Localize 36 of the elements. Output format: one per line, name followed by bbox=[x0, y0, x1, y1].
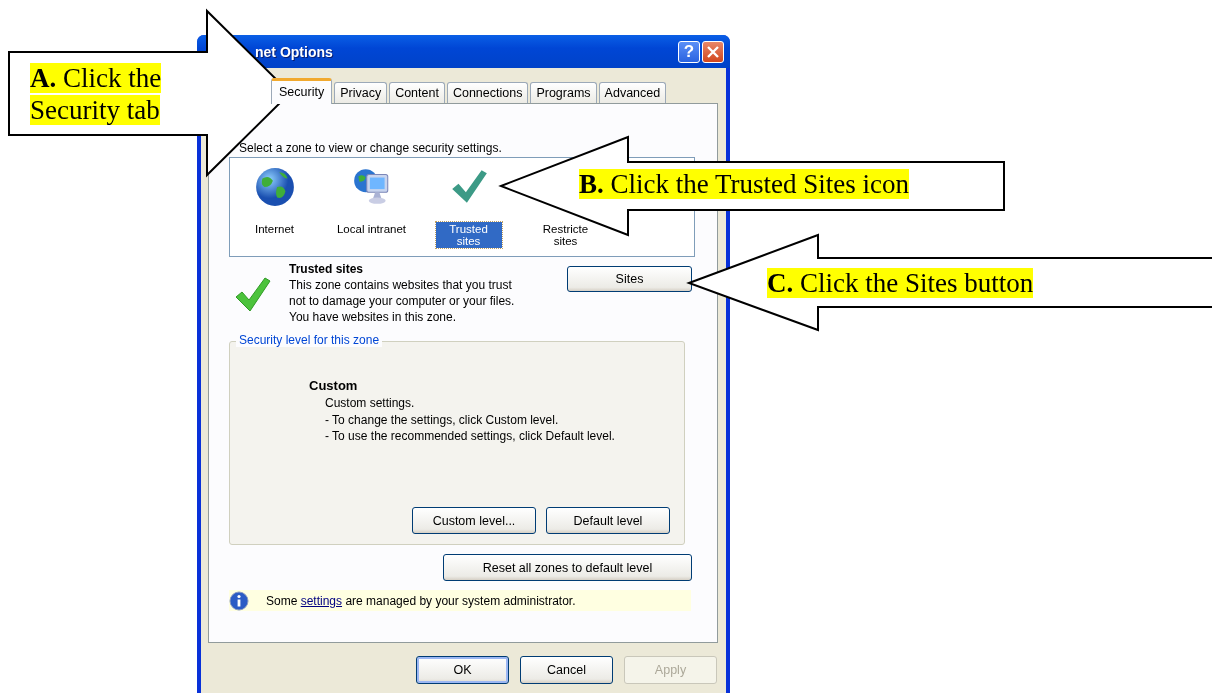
zone-item[interactable]: Internet bbox=[253, 222, 296, 236]
zone-description: This zone contains websites that you trust not to damage your computer or your files. bbox=[289, 277, 516, 309]
zone-note: You have websites in this zone. bbox=[289, 309, 457, 325]
level-description: Custom settings. bbox=[325, 395, 416, 412]
callout-text: B. Click the Trusted Sites icon bbox=[579, 168, 911, 200]
info-text: Some settings are managed by your system administrator. bbox=[266, 593, 576, 608]
window-title: net Options bbox=[255, 43, 334, 60]
close-button[interactable] bbox=[702, 40, 724, 63]
info-icon bbox=[229, 590, 249, 611]
zone-item[interactable]: Restricte sites bbox=[532, 222, 599, 248]
settings-link[interactable]: settings bbox=[300, 593, 343, 608]
reset-button[interactable]: Reset all zones to default level bbox=[443, 554, 692, 581]
zone-title: Trusted sites bbox=[289, 261, 365, 277]
zone-prompt: Select a zone to view or change security settings. bbox=[238, 141, 503, 155]
zone-item[interactable]: Local intranet bbox=[334, 222, 408, 236]
level-description: - To use the recommended settings, click Default level. bbox=[325, 428, 616, 445]
dialog-button[interactable]: Cancel bbox=[520, 656, 613, 684]
level-description: - To change the settings, click Custom level. bbox=[325, 411, 560, 428]
dialog-button[interactable]: OK bbox=[416, 656, 509, 684]
callout-text: A. Click the Security tab bbox=[30, 62, 163, 126]
group-legend: Security level for this zone bbox=[236, 333, 383, 347]
level-name: Custom bbox=[309, 378, 359, 393]
zone-item[interactable]: Trusted sites bbox=[435, 222, 502, 248]
help-button[interactable]: ? bbox=[678, 40, 700, 63]
level-button[interactable]: Default level bbox=[546, 507, 670, 534]
tab[interactable]: Programs bbox=[530, 82, 597, 103]
tab[interactable]: Security bbox=[271, 78, 333, 104]
sites-button[interactable]: Sites bbox=[567, 266, 692, 292]
tab[interactable]: Advanced bbox=[598, 82, 667, 103]
tab[interactable]: Privacy bbox=[334, 82, 388, 103]
tab[interactable]: Connections bbox=[446, 82, 529, 103]
tab[interactable]: Content bbox=[389, 82, 445, 103]
level-button[interactable]: Custom level... bbox=[412, 507, 536, 534]
globe-icon bbox=[253, 166, 296, 208]
close-icon bbox=[707, 45, 719, 58]
callout-text: C. Click the Sites button bbox=[767, 267, 1035, 299]
